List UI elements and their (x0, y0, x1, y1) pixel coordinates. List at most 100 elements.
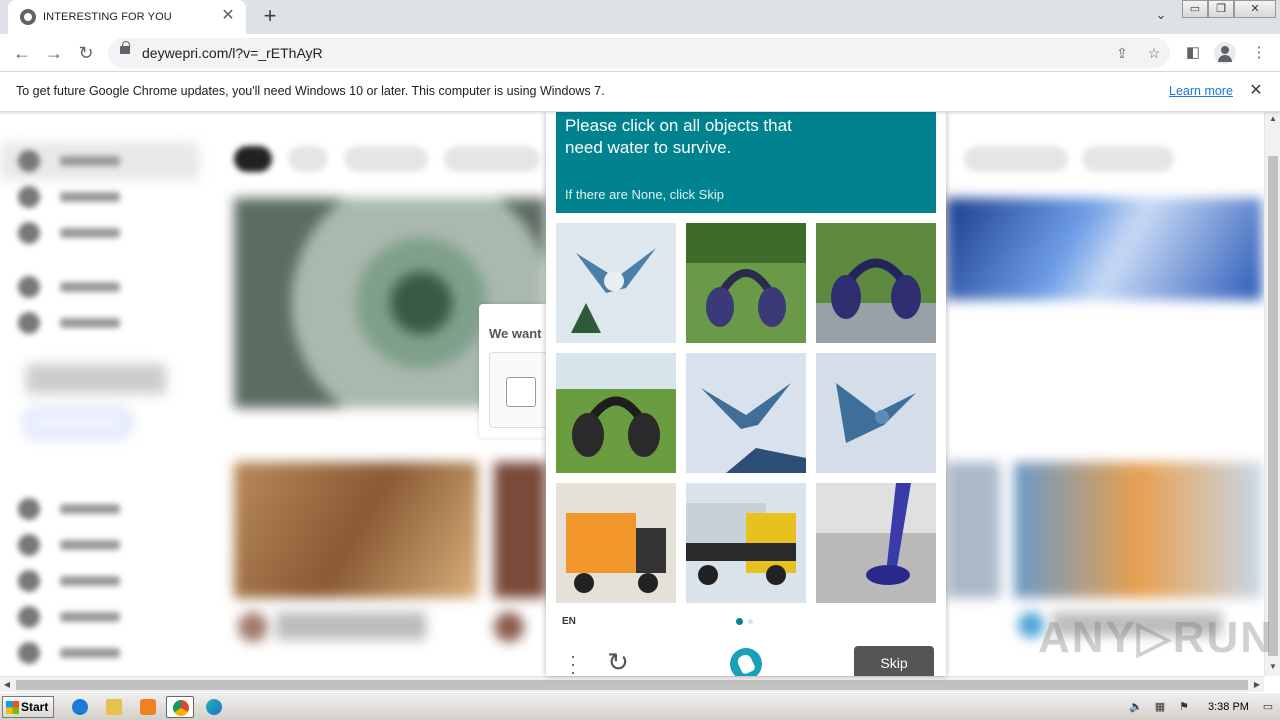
browser-toolbar: ← → ↻ deywepri.com/l?v=_rEThAyR ⇪ ☆ ◧ ⋮ (0, 34, 1280, 72)
lock-icon[interactable] (120, 41, 130, 54)
scroll-thumb[interactable] (16, 680, 1248, 690)
filter-chip (444, 146, 540, 172)
sidebar-item (18, 276, 120, 298)
video-thumbnail-phone (946, 198, 1262, 300)
video-thumbnail-worker (1014, 462, 1262, 598)
share-icon[interactable]: ⇪ (1112, 43, 1132, 63)
url-text[interactable]: deywepri.com/l?v=_rEThAyR (142, 45, 323, 61)
video-thumbnail (946, 462, 1000, 598)
minimize-button[interactable]: ▭ (1182, 0, 1208, 18)
filter-chip (234, 146, 272, 172)
language-selector[interactable]: EN (562, 616, 576, 627)
video-title-block (276, 612, 426, 640)
captcha-tile-truck[interactable] (686, 483, 806, 603)
infobar-close-icon[interactable]: ✕ (1246, 81, 1266, 101)
tab-strip: INTERESTING FOR YOU ✕ + ⌄ ▭ ❐ ✕ (0, 0, 1280, 34)
captcha-tile-bird[interactable] (556, 223, 676, 343)
tab-search-chevron-icon[interactable]: ⌄ (1150, 7, 1172, 27)
window-close-button[interactable]: ✕ (1234, 0, 1276, 18)
horizontal-scrollbar[interactable]: ◀ ▶ (0, 676, 1264, 692)
widget-text: We want (489, 326, 542, 341)
sidebar-item (18, 534, 120, 556)
sidebar-item (18, 186, 120, 208)
captcha-tile-truck[interactable] (556, 483, 676, 603)
video-thumbnail-pablo (234, 462, 478, 598)
action-center-flag-icon[interactable]: ⚑ (1176, 700, 1192, 714)
windows-taskbar: Start 🔈 ▦ ⚑ 3:38 PM ▭ (0, 692, 1280, 720)
page-indicator (748, 619, 753, 624)
browser-tab[interactable]: INTERESTING FOR YOU ✕ (8, 0, 246, 34)
captcha-header: Please click on all objects that need wa… (556, 112, 936, 213)
windows-logo-icon (6, 701, 19, 714)
captcha-tile-headphones[interactable] (556, 353, 676, 473)
scroll-thumb[interactable] (1268, 156, 1278, 656)
taskbar-edge[interactable] (200, 696, 228, 718)
sidebar-item (18, 606, 120, 628)
sidebar-item (18, 570, 120, 592)
taskbar-explorer[interactable] (100, 696, 128, 718)
bookmark-star-icon[interactable]: ☆ (1144, 43, 1164, 63)
back-arrow-icon[interactable]: ← (10, 41, 34, 65)
filter-chip (964, 146, 1068, 172)
folder-icon (106, 699, 122, 715)
captcha-menu-icon[interactable]: · · · (566, 647, 580, 676)
chrome-icon (173, 700, 189, 716)
captcha-prompt: Please click on all objects that need wa… (565, 116, 792, 157)
sign-in-pill (24, 408, 132, 438)
taskbar-media[interactable] (134, 696, 162, 718)
edge-icon (206, 699, 222, 715)
captcha-tile-headphones[interactable] (816, 223, 936, 343)
anyrun-watermark: ANY▷RUN (1038, 613, 1275, 662)
update-infobar: To get future Google Chrome updates, you… (0, 72, 1280, 112)
internet-explorer-icon (72, 699, 88, 715)
captcha-subtext: If there are None, click Skip (565, 187, 724, 202)
taskbar-ie[interactable] (66, 696, 94, 718)
infobar-message: To get future Google Chrome updates, you… (16, 84, 605, 98)
start-button[interactable]: Start (2, 696, 54, 718)
scroll-up-icon[interactable]: ▲ (1265, 112, 1280, 126)
hcaptcha-logo-icon[interactable] (730, 648, 762, 676)
globe-icon (20, 9, 36, 25)
captcha-dialog: Please click on all objects that need wa… (546, 112, 946, 676)
new-tab-button[interactable]: + (258, 4, 282, 28)
kebab-menu-icon[interactable]: ⋮ (1248, 42, 1270, 64)
captcha-tile-bird[interactable] (816, 353, 936, 473)
maximize-button[interactable]: ❐ (1208, 0, 1234, 18)
captcha-tile-bird[interactable] (686, 353, 806, 473)
captcha-tile-headphones[interactable] (686, 223, 806, 343)
channel-avatar (238, 612, 268, 642)
reload-icon[interactable]: ↻ (74, 41, 98, 65)
forward-arrow-icon[interactable]: → (42, 41, 66, 65)
page-indicator-active (736, 618, 743, 625)
clock[interactable]: 3:38 PM (1208, 701, 1249, 713)
sidebar-item (18, 642, 120, 664)
filter-chip (1082, 146, 1174, 172)
captcha-checkbox[interactable] (506, 377, 536, 407)
refresh-icon[interactable]: ↻ (604, 648, 632, 676)
scroll-left-icon[interactable]: ◀ (0, 677, 14, 693)
learn-more-link[interactable]: Learn more (1169, 84, 1233, 98)
sidebar-item (18, 222, 120, 244)
network-icon[interactable]: ▦ (1152, 700, 1168, 714)
filter-chip (344, 146, 428, 172)
captcha-tile-vacuum[interactable] (816, 483, 936, 603)
scroll-right-icon[interactable]: ▶ (1250, 677, 1264, 693)
video-thumbnail (494, 462, 546, 598)
address-bar[interactable]: deywepri.com/l?v=_rEThAyR ⇪ ☆ (108, 38, 1170, 68)
start-label: Start (21, 700, 49, 714)
skip-button[interactable]: Skip (854, 646, 934, 676)
side-panel-icon[interactable]: ◧ (1182, 42, 1204, 64)
media-player-icon (140, 699, 156, 715)
vertical-scrollbar[interactable]: ▲ ▼ (1264, 112, 1280, 676)
tab-close-icon[interactable]: ✕ (218, 6, 238, 26)
filter-chip (288, 146, 328, 172)
sidebar-item (18, 498, 120, 520)
sidebar-text-block (26, 364, 166, 394)
sidebar-item (18, 150, 120, 172)
volume-icon[interactable]: 🔈 (1128, 700, 1144, 714)
show-desktop-icon[interactable]: ▭ (1260, 700, 1276, 714)
channel-avatar (494, 612, 524, 642)
profile-avatar-icon[interactable] (1214, 42, 1236, 64)
sidebar-item (18, 312, 120, 334)
taskbar-chrome[interactable] (166, 696, 194, 718)
